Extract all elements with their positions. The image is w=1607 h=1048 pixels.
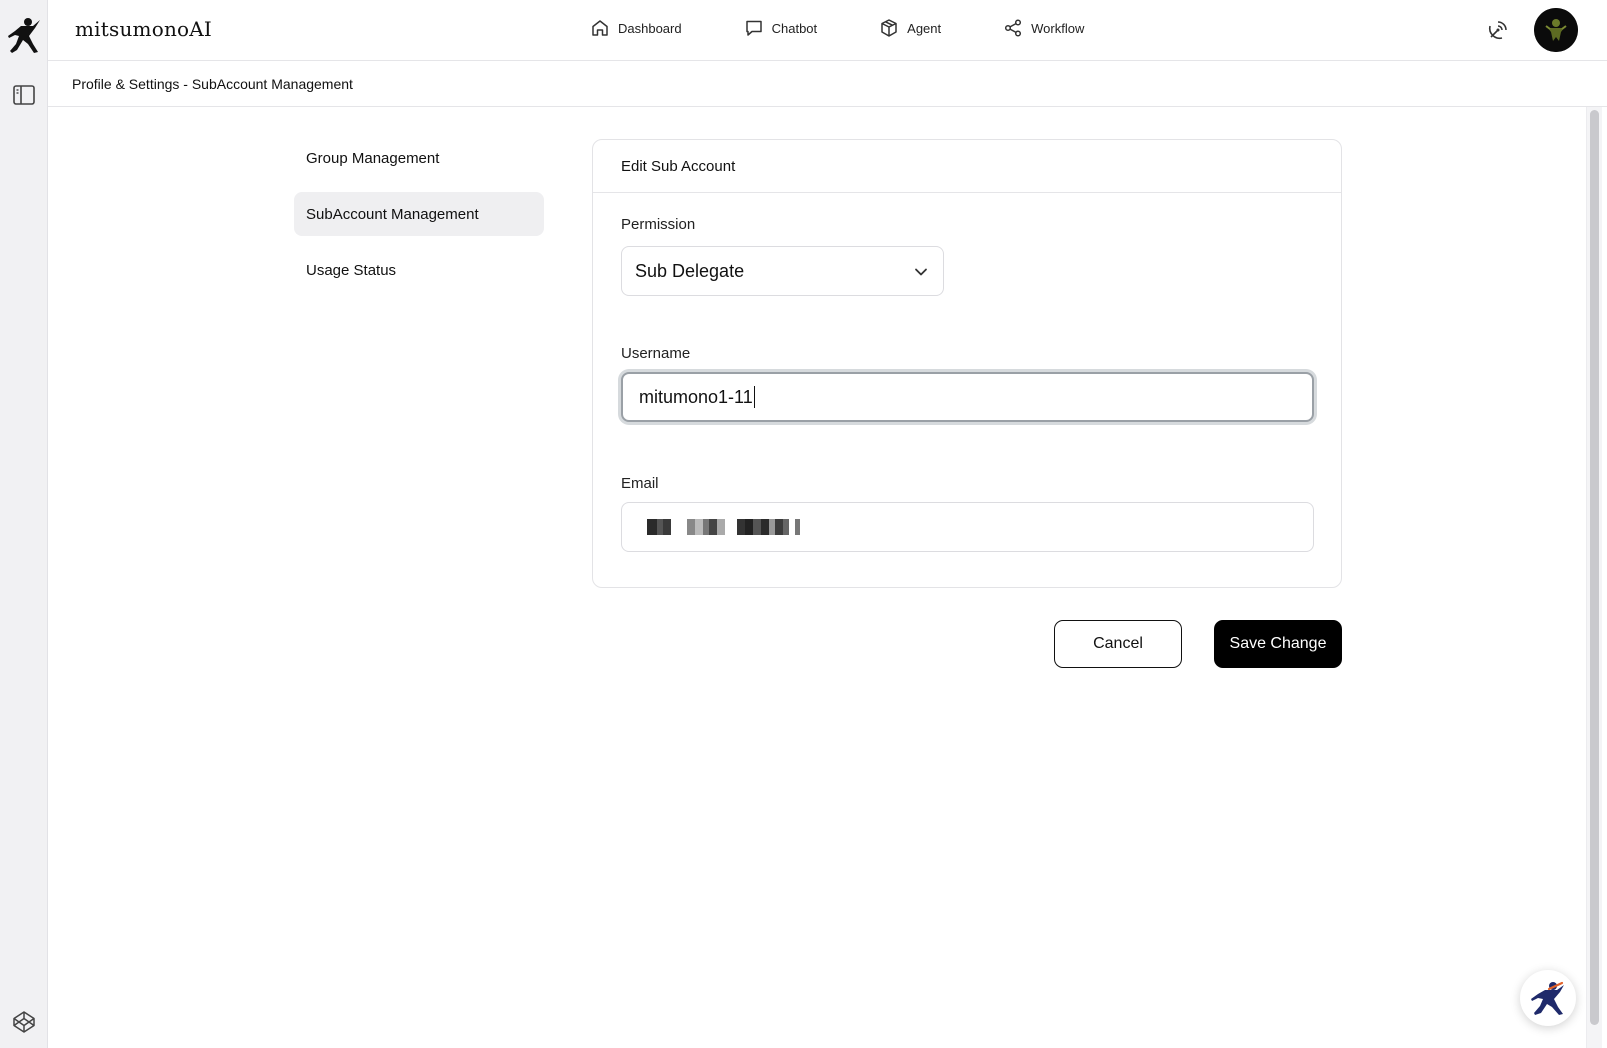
nav-agent[interactable]: Agent [879,18,941,38]
edit-sub-account-card: Edit Sub Account Permission Sub Delegate… [592,139,1342,588]
menu-item-subaccount-management[interactable]: SubAccount Management [294,192,544,236]
username-label: Username [621,345,691,362]
cancel-button[interactable]: Cancel [1054,620,1182,668]
permission-value: Sub Delegate [635,260,745,281]
sidebar-toggle-icon[interactable] [12,84,36,106]
avatar-figure-icon [1534,8,1578,52]
email-label: Email [621,475,659,492]
username-value: mitumono1-11 [639,386,753,407]
nav-chatbot-label: Chatbot [771,20,818,36]
ninja-mascot-icon [1531,981,1564,1015]
nav-agent-label: Agent [907,20,942,36]
nav-workflow-label: Workflow [1031,20,1085,36]
nav-workflow[interactable]: Workflow [1003,18,1084,38]
brand-name: mitsumonoAI [75,17,213,41]
email-input[interactable] [621,502,1314,552]
left-rail [0,0,48,1048]
top-bar: mitsumonoAI Dashboard Chatbot Agent Work… [48,0,1607,61]
home-icon [592,20,608,36]
settings-menu: Group Management SubAccount Management U… [294,136,544,304]
permission-label: Permission [621,216,696,233]
main-nav: Dashboard Chatbot Agent Workflow [590,18,1084,38]
nav-dashboard-label: Dashboard [618,20,682,36]
breadcrumb-bar: Profile & Settings - SubAccount Manageme… [48,61,1607,107]
share-nodes-icon [1005,19,1022,37]
text-caret [753,386,756,408]
broadcast-icon[interactable] [1486,18,1510,42]
ninja-logo-icon[interactable] [7,16,41,54]
chat-bubble-icon [745,20,762,36]
save-change-button[interactable]: Save Change [1214,620,1342,668]
breadcrumb: Profile & Settings - SubAccount Manageme… [72,76,353,92]
nav-chatbot[interactable]: Chatbot [744,18,818,38]
card-title: Edit Sub Account [593,140,1341,193]
username-input[interactable]: mitumono1-11 [621,372,1314,422]
nav-dashboard[interactable]: Dashboard [590,18,682,38]
user-avatar[interactable] [1534,8,1578,52]
chevron-down-icon [915,268,927,276]
scrollbar-thumb[interactable] [1590,110,1599,1025]
email-redacted-value [639,519,800,535]
codepen-icon[interactable] [12,1010,36,1034]
assistant-fab[interactable] [1520,970,1576,1026]
menu-item-usage-status[interactable]: Usage Status [294,248,544,292]
cube-icon [881,19,897,37]
menu-item-group-management[interactable]: Group Management [294,136,544,180]
permission-select[interactable]: Sub Delegate [621,246,944,296]
